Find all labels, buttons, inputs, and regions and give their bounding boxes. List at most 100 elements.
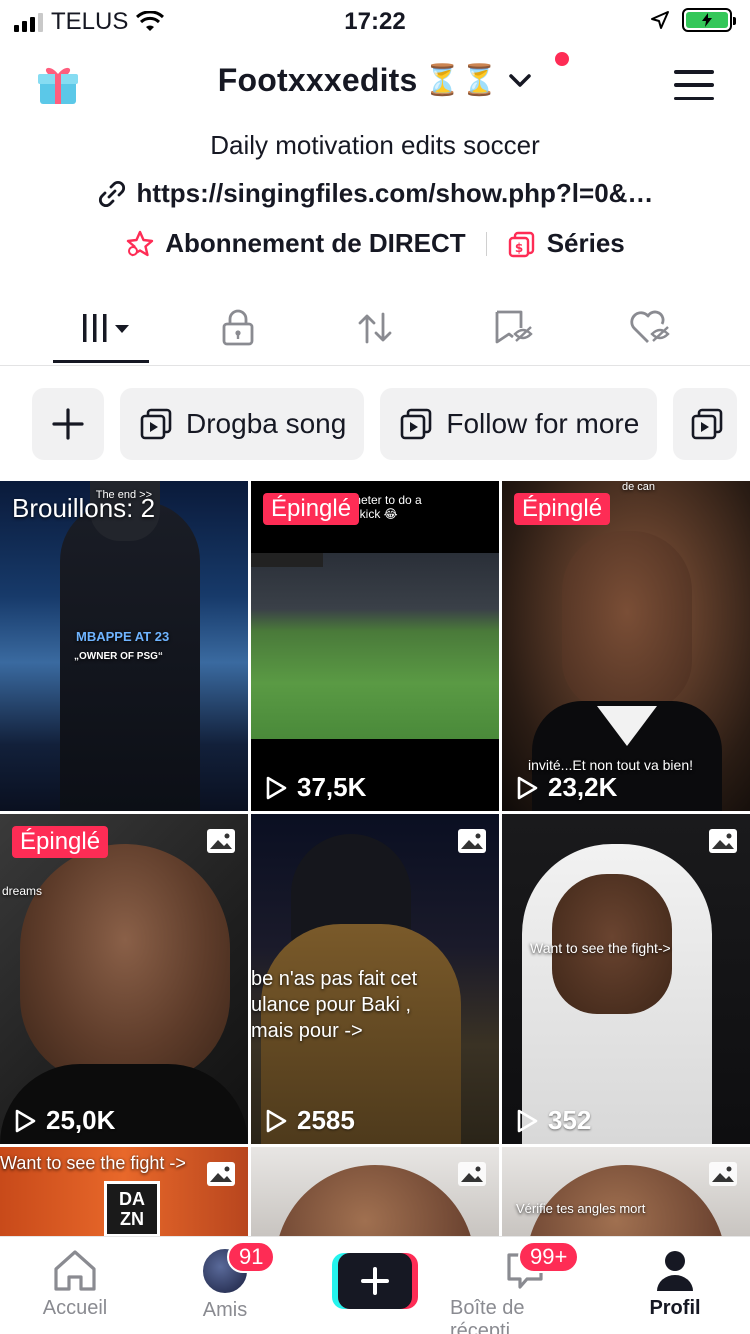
svg-text:$: $ [515, 241, 523, 255]
view-count: 2585 [263, 1105, 355, 1136]
photo-icon [207, 1162, 235, 1186]
nav-home-label: Accueil [42, 1297, 108, 1319]
playlist-chip[interactable]: Follow for more [380, 388, 658, 460]
view-count: 23,2K [514, 772, 617, 803]
heart-hidden-icon [630, 310, 670, 343]
divider [485, 231, 487, 256]
view-count-value: 2585 [297, 1105, 355, 1135]
drafts-label: Brouillons: 2 [12, 493, 156, 523]
playlist-label: Drogba song [186, 408, 347, 439]
tile-caption: invité...Et non tout va bien! [528, 757, 693, 773]
hourglass-emoji: ⏳⏳ [423, 63, 499, 97]
grid-icon [83, 314, 129, 342]
nav-friends[interactable]: Amis [150, 1247, 300, 1322]
tile-caption: „OWNER OF PSG“ [74, 651, 163, 662]
playlist-chip[interactable] [673, 388, 738, 460]
video-tile[interactable]: Want to see the fight-> 352 [502, 814, 750, 1144]
home-icon [54, 1250, 96, 1291]
bookmark-hidden-icon [495, 310, 533, 344]
clock: 17:22 [344, 8, 406, 35]
tile-overlay: Want to see the fight -> [0, 1153, 186, 1173]
profile-link-text: https://singingfiles.com/show.php?l=0&… [136, 178, 654, 208]
account-switcher[interactable]: Footxxxedits ⏳⏳ [0, 62, 750, 99]
profile-link[interactable]: https://singingfiles.com/show.php?l=0&… [0, 178, 750, 209]
view-count: 37,5K [263, 772, 366, 803]
view-count-value: 352 [548, 1105, 592, 1135]
tile-caption: MBAPPE AT 23 [76, 629, 170, 644]
pinned-badge: Épinglé [514, 493, 611, 525]
nav-home[interactable]: Accueil [0, 1247, 150, 1320]
star-icon [127, 230, 154, 256]
play-icon [15, 1109, 36, 1132]
photo-icon [458, 1162, 486, 1186]
subscription-row: Abonnement de DIRECT $ Séries [0, 228, 750, 259]
video-tile[interactable]: DA ZN Want to see the fight -> [0, 1147, 248, 1237]
tile-overlay: be n'as pas fait cet ulance pour Baki , … [251, 968, 418, 1042]
view-count: 25,0K [12, 1105, 115, 1136]
play-icon [517, 776, 538, 799]
tab-videos[interactable] [56, 306, 146, 350]
video-tile[interactable]: be n'as pas fait cet ulance pour Baki , … [251, 814, 499, 1144]
video-tile[interactable]: Épinglé dreams 25,0K [0, 814, 248, 1144]
video-tile[interactable]: 2 meter to do a cle kick 😂 Épinglé 37,5K [251, 481, 499, 811]
bottom-nav: Accueil Amis 91 Boîte de récepti... 99+ … [0, 1236, 750, 1334]
play-icon [266, 1109, 287, 1132]
link-icon [98, 180, 125, 207]
profile-icon [657, 1251, 693, 1291]
create-button[interactable] [332, 1253, 418, 1309]
chevron-down-icon [509, 73, 531, 87]
playlist-icon [140, 408, 172, 440]
subscription-link[interactable]: Abonnement de DIRECT [125, 228, 466, 259]
pinned-badge: Épinglé [12, 826, 109, 858]
plus-icon [361, 1267, 389, 1295]
notification-dot [555, 52, 569, 66]
photo-icon [207, 829, 235, 853]
play-icon [266, 776, 287, 799]
tile-overlay: dreams [2, 884, 43, 898]
tab-reposts[interactable] [330, 306, 420, 350]
profile-header: Footxxxedits ⏳⏳ [0, 52, 750, 114]
tab-saved[interactable] [468, 306, 558, 350]
pinned-badge: Épinglé [263, 493, 360, 525]
battery-icon [682, 8, 736, 32]
nav-profile[interactable]: Profil [600, 1247, 750, 1320]
profile-bio: Daily motivation edits soccer [210, 130, 540, 160]
repost-icon [358, 312, 392, 344]
video-tile[interactable]: Vérifie tes angles mort [502, 1147, 750, 1237]
view-count-value: 25,0K [46, 1105, 116, 1135]
playlist-icon [401, 408, 432, 440]
friends-badge: 91 [227, 1241, 276, 1273]
photo-icon [709, 1162, 737, 1186]
lock-icon [222, 309, 254, 346]
playlist-chip[interactable]: Drogba song [120, 388, 365, 460]
menu-icon[interactable] [674, 70, 714, 100]
plus-icon [52, 408, 84, 440]
photo-icon [709, 829, 737, 853]
nav-friends-label: Amis [202, 1299, 248, 1321]
tab-liked[interactable] [605, 306, 695, 350]
view-count-value: 37,5K [297, 772, 367, 802]
dazn-logo: DA ZN [104, 1181, 160, 1237]
add-playlist-button[interactable] [32, 388, 104, 460]
play-icon [517, 1109, 538, 1132]
drafts-tile[interactable]: The end >> Brouillons: 2 MBAPPE AT 23 „O… [0, 481, 248, 811]
view-count-value: 23,2K [548, 772, 618, 802]
series-label: Séries [546, 228, 625, 258]
inbox-badge: 99+ [518, 1241, 580, 1273]
subscription-label: Abonnement de DIRECT [165, 228, 466, 258]
active-tab-indicator [53, 360, 149, 363]
playlist-icon [691, 408, 723, 440]
nav-profile-label: Profil [649, 1297, 701, 1319]
video-tile[interactable] [251, 1147, 499, 1237]
status-bar: TELUS 17:22 [0, 0, 750, 44]
video-tile[interactable]: de can Épinglé invité...Et non tout va b… [502, 481, 750, 811]
tile-overlay: de can [622, 481, 656, 493]
username-title: Footxxxedits [217, 62, 418, 98]
playlist-label: Follow for more [446, 408, 640, 439]
view-count: 352 [514, 1105, 591, 1136]
location-icon [651, 11, 669, 29]
tab-private[interactable] [193, 306, 283, 350]
series-icon: $ [508, 231, 534, 257]
series-link[interactable]: $ Séries [507, 228, 625, 259]
nav-inbox-label: Boîte de récepti... [450, 1297, 527, 1334]
